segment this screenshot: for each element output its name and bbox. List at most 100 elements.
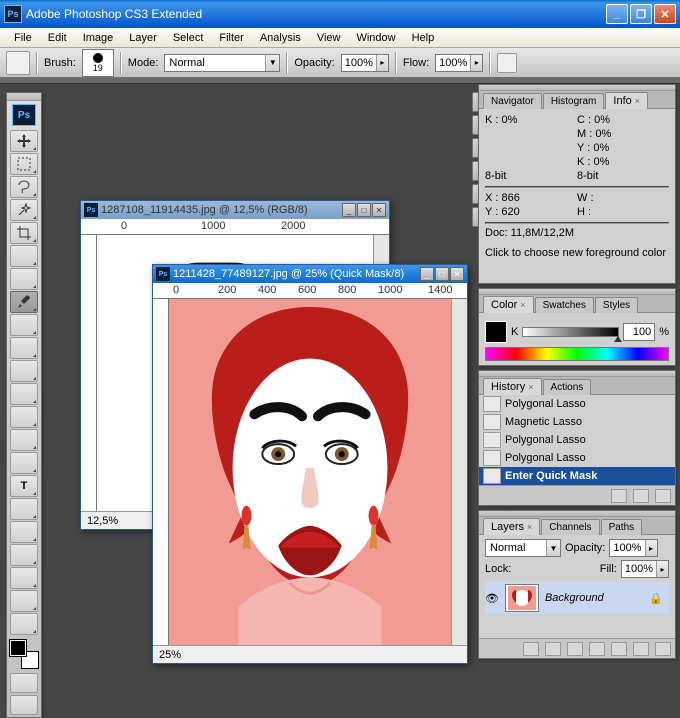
pen-tool[interactable] <box>10 452 38 474</box>
doc-1-close[interactable]: ✕ <box>372 203 386 217</box>
menu-image[interactable]: Image <box>75 30 122 46</box>
k-slider[interactable] <box>522 327 619 337</box>
color-ramp[interactable] <box>485 347 669 361</box>
notes-tool[interactable] <box>10 544 38 566</box>
close-button[interactable]: ✕ <box>654 4 676 24</box>
zoom-tool[interactable] <box>10 613 38 635</box>
link-icon[interactable] <box>523 642 539 656</box>
document-window-2[interactable]: Ps 1211428_77489127.jpg @ 25% (Quick Mas… <box>152 264 468 664</box>
eyedropper-tool[interactable] <box>10 567 38 589</box>
tab-color[interactable]: Color× <box>483 296 534 313</box>
tab-histogram[interactable]: Histogram <box>543 93 605 109</box>
doc-2-close[interactable]: ✕ <box>450 267 464 281</box>
tab-navigator[interactable]: Navigator <box>483 93 542 109</box>
history-brush-tool[interactable] <box>10 337 38 359</box>
tab-actions[interactable]: Actions <box>543 379 592 395</box>
foreground-color-swatch[interactable] <box>9 639 27 657</box>
path-tool[interactable] <box>10 498 38 520</box>
trash-icon[interactable] <box>655 642 671 656</box>
doc-2-minimize[interactable]: _ <box>420 267 434 281</box>
screen-mode-toggle[interactable] <box>10 695 38 715</box>
tab-info[interactable]: Info× <box>605 92 648 109</box>
layers-panel: Layers× Channels Paths Normal▼ Opacity: … <box>478 510 676 659</box>
stamp-tool[interactable] <box>10 314 38 336</box>
history-item[interactable]: Polygonal Lasso <box>479 395 675 413</box>
blur-tool[interactable] <box>10 406 38 428</box>
color-swatch[interactable] <box>485 321 507 343</box>
hand-tool[interactable] <box>10 590 38 612</box>
blend-mode-dropdown[interactable]: Normal▼ <box>164 54 280 72</box>
document-1-titlebar[interactable]: Ps 1287108_11914435.jpg @ 12,5% (RGB/8) … <box>81 201 389 219</box>
new-doc-icon[interactable] <box>633 489 649 503</box>
document-2-titlebar[interactable]: Ps 1211428_77489127.jpg @ 25% (Quick Mas… <box>153 265 467 283</box>
slice-tool[interactable] <box>10 245 38 267</box>
airbrush-icon[interactable] <box>497 53 517 73</box>
eye-icon[interactable]: 👁 <box>485 592 499 605</box>
mask-icon[interactable] <box>567 642 583 656</box>
shape-tool[interactable] <box>10 521 38 543</box>
ruler-vertical <box>81 235 97 511</box>
scrollbar-vertical[interactable] <box>451 299 467 645</box>
info-hint: Click to choose new foreground color <box>485 247 669 259</box>
tab-history[interactable]: History× <box>483 378 542 395</box>
tab-swatches[interactable]: Swatches <box>535 297 594 313</box>
brush-tool[interactable] <box>10 291 38 313</box>
menu-view[interactable]: View <box>309 30 349 46</box>
lasso-tool[interactable] <box>10 176 38 198</box>
brush-tool-icon[interactable] <box>6 51 30 75</box>
flow-input[interactable]: 100%▸ <box>435 54 483 72</box>
eraser-tool[interactable] <box>10 360 38 382</box>
doc-2-maximize[interactable]: □ <box>435 267 449 281</box>
menu-layer[interactable]: Layer <box>121 30 165 46</box>
menu-edit[interactable]: Edit <box>40 30 75 46</box>
gradient-tool[interactable] <box>10 383 38 405</box>
layer-blend-dropdown[interactable]: Normal▼ <box>485 539 561 557</box>
menu-filter[interactable]: Filter <box>211 30 251 46</box>
info-panel: Navigator Histogram Info× K : 0% C : 0%M… <box>478 84 676 284</box>
history-item-selected[interactable]: Enter Quick Mask <box>479 467 675 485</box>
menu-file[interactable]: File <box>6 30 40 46</box>
minimize-button[interactable]: _ <box>606 4 628 24</box>
new-layer-icon[interactable] <box>633 642 649 656</box>
wand-tool[interactable] <box>10 199 38 221</box>
type-tool[interactable]: T <box>10 475 38 497</box>
document-2-canvas[interactable] <box>169 299 451 645</box>
k-value-input[interactable]: 100 <box>623 323 655 341</box>
marquee-tool[interactable] <box>10 153 38 175</box>
dodge-tool[interactable] <box>10 429 38 451</box>
layer-thumbnail[interactable] <box>505 584 539 612</box>
doc-1-minimize[interactable]: _ <box>342 203 356 217</box>
layer-fill-input[interactable]: 100%▸ <box>621 560 669 578</box>
toolbox-grip[interactable] <box>7 93 41 101</box>
ps-logo-icon[interactable]: Ps <box>12 104 36 126</box>
menu-help[interactable]: Help <box>404 30 443 46</box>
fx-icon[interactable] <box>545 642 561 656</box>
crop-tool[interactable] <box>10 222 38 244</box>
move-tool[interactable] <box>10 130 38 152</box>
layer-row[interactable]: 👁 Background 🔒 <box>485 582 669 614</box>
maximize-button[interactable]: ❐ <box>630 4 652 24</box>
history-item[interactable]: Magnetic Lasso <box>479 413 675 431</box>
menu-select[interactable]: Select <box>165 30 212 46</box>
document-2-status: 25% <box>153 645 467 663</box>
history-item[interactable]: Polygonal Lasso <box>479 449 675 467</box>
new-snapshot-icon[interactable] <box>611 489 627 503</box>
tab-layers[interactable]: Layers× <box>483 518 540 535</box>
doc-1-maximize[interactable]: □ <box>357 203 371 217</box>
tab-channels[interactable]: Channels <box>541 519 599 535</box>
group-icon[interactable] <box>611 642 627 656</box>
menu-analysis[interactable]: Analysis <box>252 30 309 46</box>
menu-window[interactable]: Window <box>348 30 403 46</box>
opacity-label: Opacity: <box>294 57 334 69</box>
opacity-input[interactable]: 100%▸ <box>341 54 389 72</box>
trash-icon[interactable] <box>655 489 671 503</box>
color-swatches[interactable] <box>9 639 39 669</box>
healing-tool[interactable] <box>10 268 38 290</box>
history-item[interactable]: Polygonal Lasso <box>479 431 675 449</box>
quick-mask-toggle[interactable] <box>10 673 38 693</box>
brush-preset-picker[interactable]: 19 <box>82 49 114 77</box>
tab-paths[interactable]: Paths <box>601 519 643 535</box>
adjust-icon[interactable] <box>589 642 605 656</box>
tab-styles[interactable]: Styles <box>595 297 638 313</box>
layer-opacity-input[interactable]: 100%▸ <box>609 539 657 557</box>
